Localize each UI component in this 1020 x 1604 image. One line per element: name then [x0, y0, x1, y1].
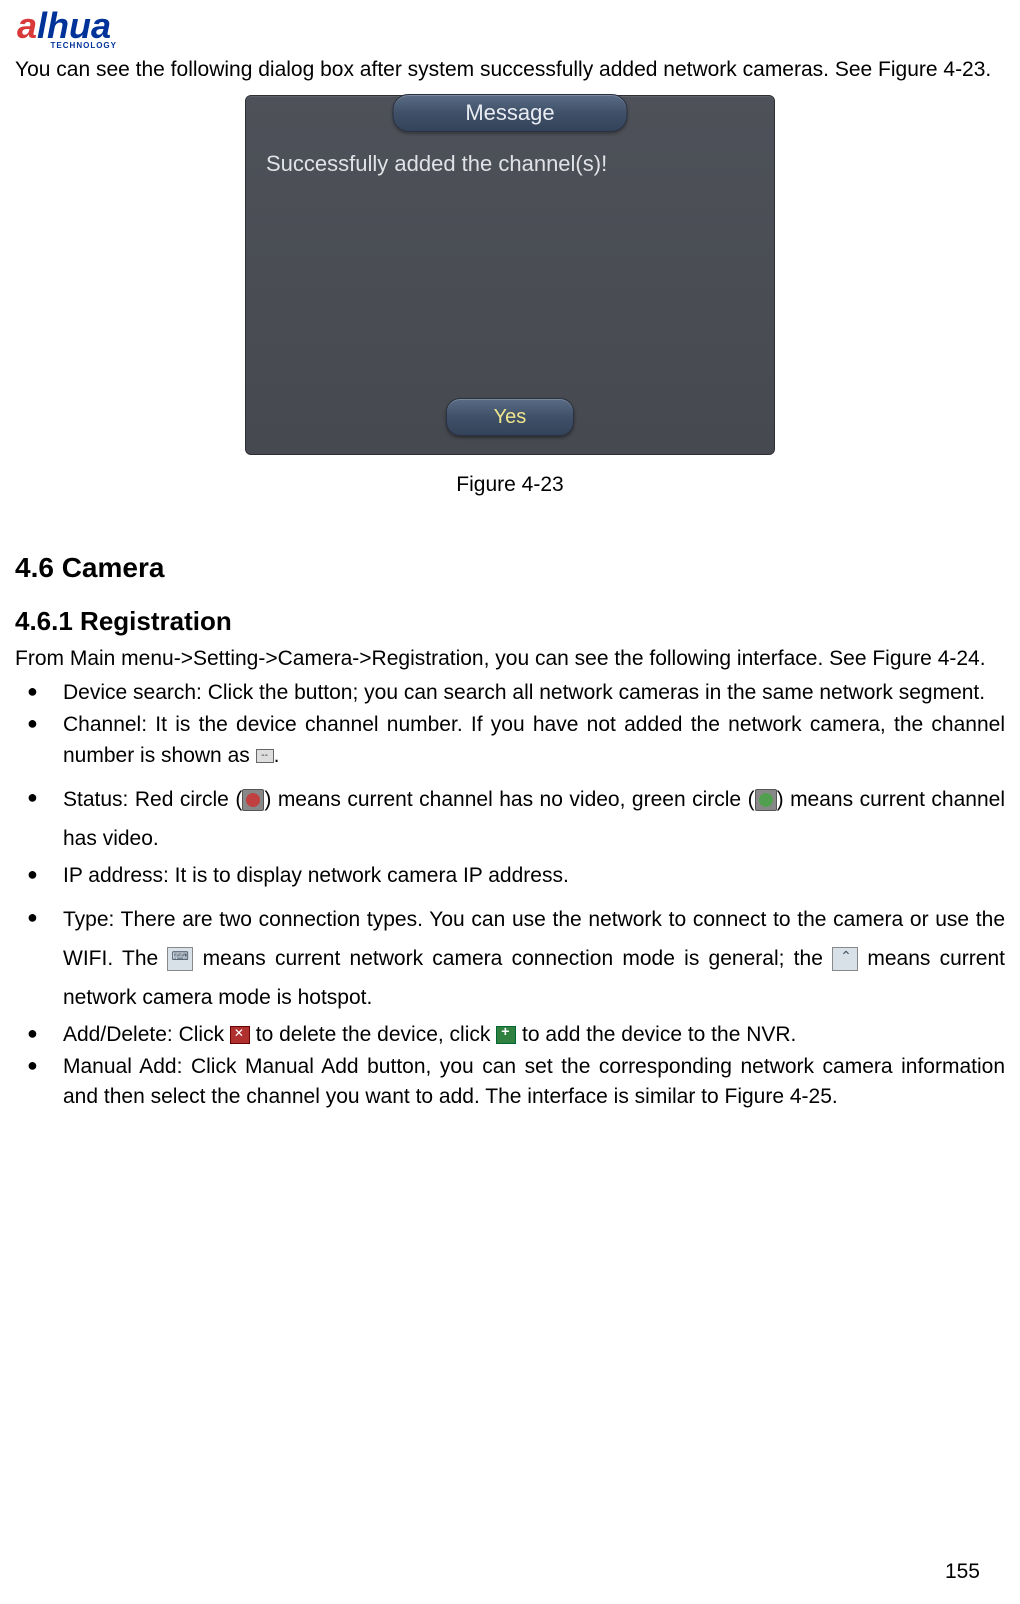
message-dialog: Message Successfully added the channel(s… [245, 95, 775, 455]
figure-caption: Figure 4-23 [15, 473, 1005, 497]
bullet-status-text2: ) means current channel has no video, gr… [264, 788, 754, 811]
bullet-adddel-text3: to add the device to the NVR. [516, 1023, 796, 1046]
bullet-channel: Channel: It is the device channel number… [15, 710, 1005, 771]
section-heading: 4.6 Camera [15, 552, 1005, 584]
bullet-device-search: Device search: Click the button; you can… [15, 678, 1005, 708]
intro-paragraph: You can see the following dialog box aft… [15, 56, 1005, 83]
bullet-adddelete: Add/Delete: Click to delete the device, … [15, 1020, 1005, 1050]
brand-logo: alhua TECHNOLOGY [17, 5, 1005, 50]
green-circle-icon [755, 789, 777, 811]
dash-icon [256, 749, 274, 763]
bullet-type-text2: means current network camera connection … [193, 947, 832, 970]
bullet-manual-add: Manual Add: Click Manual Add button, you… [15, 1052, 1005, 1113]
bullet-status: Status: Red circle ( ) means current chan… [15, 781, 1005, 859]
bullet-channel-text1: Channel: It is the device channel number… [63, 713, 1005, 766]
bullet-type: Type: There are two connection types. Yo… [15, 901, 1005, 1018]
body-paragraph: From Main menu->Setting->Camera->Registr… [15, 645, 1005, 673]
red-circle-icon [242, 789, 264, 811]
bullet-channel-text2: . [274, 744, 280, 767]
bullet-list: Device search: Click the button; you can… [15, 678, 1005, 1113]
yes-button[interactable]: Yes [446, 398, 574, 436]
page-number: 155 [945, 1560, 980, 1584]
logo-prefix: a [17, 5, 37, 46]
bullet-adddel-text1: Add/Delete: Click [63, 1023, 230, 1046]
network-general-icon [167, 947, 193, 971]
bullet-ip: IP address: It is to display network cam… [15, 861, 1005, 891]
dialog-figure: Message Successfully added the channel(s… [15, 95, 1005, 455]
dialog-message-text: Successfully added the channel(s)! [266, 151, 607, 177]
subsection-heading: 4.6.1 Registration [15, 606, 1005, 637]
bullet-adddel-text2: to delete the device, click [250, 1023, 496, 1046]
logo-suffix: lhua [37, 5, 111, 46]
delete-icon [230, 1026, 250, 1044]
bullet-status-text1: Status: Red circle ( [63, 788, 242, 811]
add-icon [496, 1026, 516, 1044]
dialog-title: Message [393, 94, 628, 132]
network-wifi-icon [832, 947, 858, 971]
